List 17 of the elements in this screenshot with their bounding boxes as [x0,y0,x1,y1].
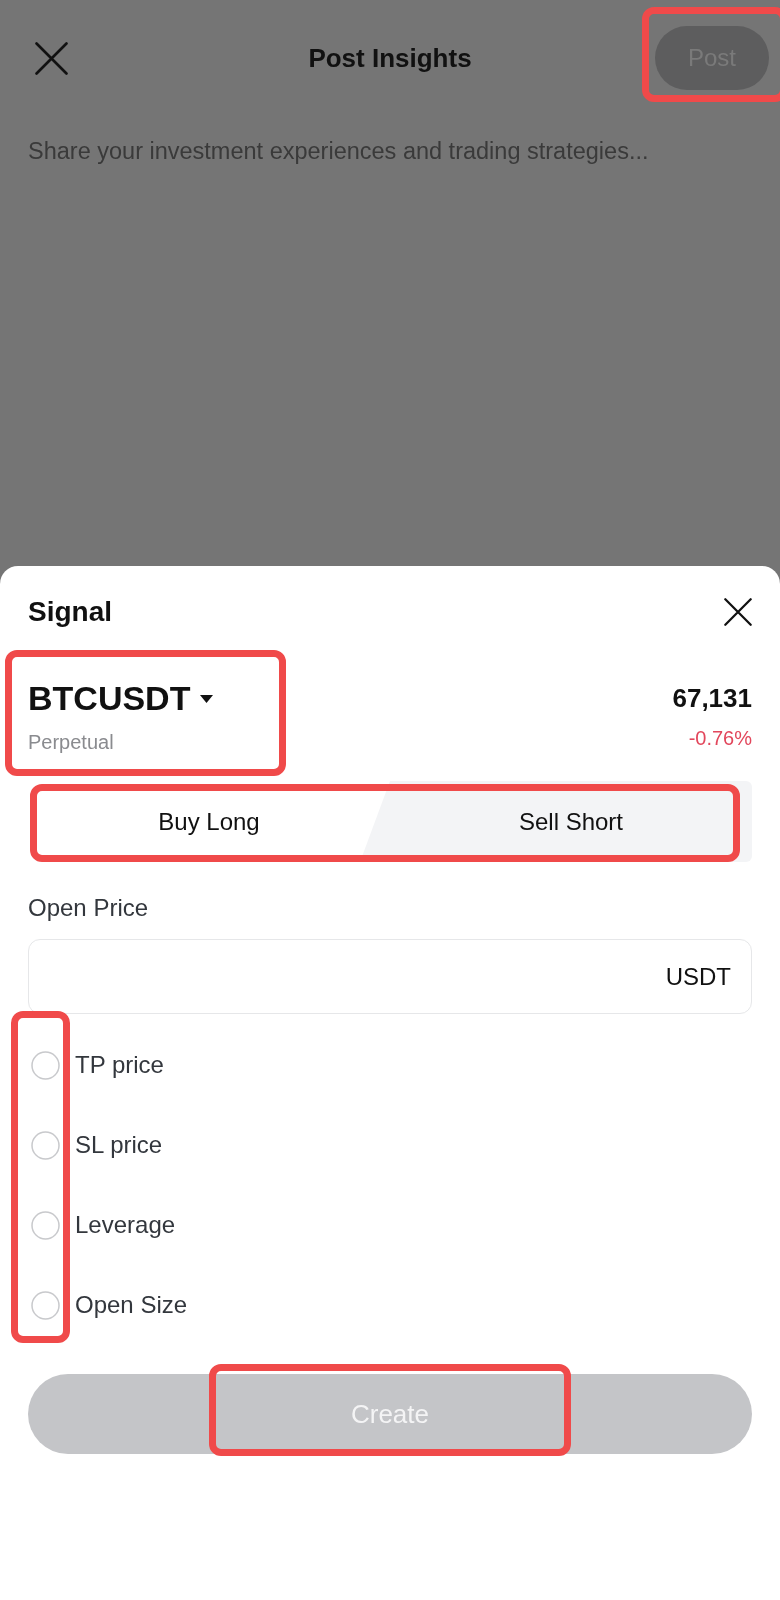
side-tab[interactable]: Sell Short [390,781,752,862]
unit-label: USDT [665,961,731,992]
post-text-area[interactable]: Share your investment experiences and trading strategies... [0,134,780,566]
price-change: -0.76% [688,726,752,751]
open-price-field[interactable]: USDT [28,939,752,1014]
option-radio[interactable]: Leverage [28,1210,176,1240]
field-label: Open Price [28,893,150,923]
option-radio[interactable]: SL price [28,1130,163,1160]
symbol-selector[interactable]: BTCUSDT [28,678,214,718]
close-icon[interactable] [724,598,752,626]
option-radio[interactable]: Open Size [28,1290,188,1320]
caret-icon [200,695,214,703]
contract-type: Perpetual [28,730,115,755]
sheet-title: Signal [28,595,112,629]
option-radio[interactable]: TP price [28,1050,164,1080]
page-title: Post Insights [308,42,472,74]
last-price: 67,131 [672,682,752,715]
